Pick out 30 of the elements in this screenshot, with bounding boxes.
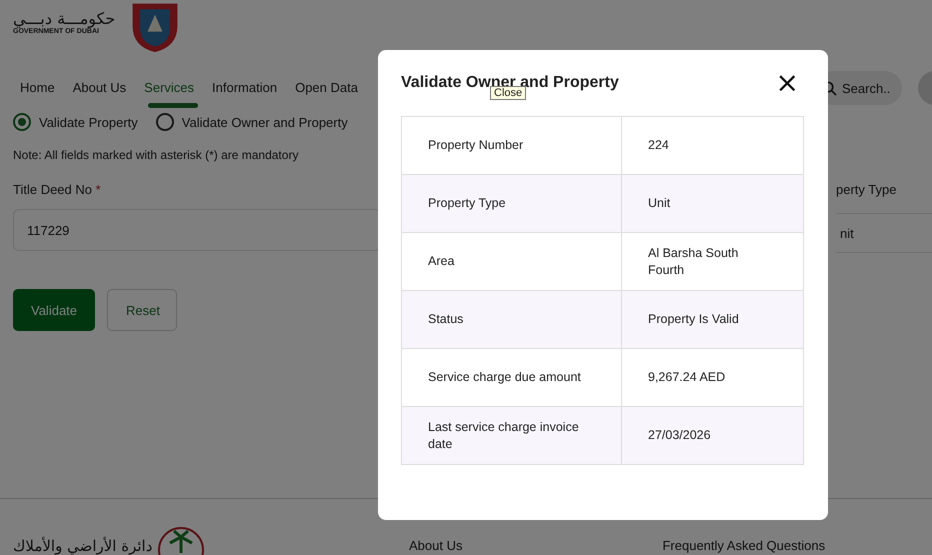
validate-button[interactable]: Validate	[13, 289, 95, 331]
field-label: perty Type	[836, 182, 896, 197]
nav-link[interactable]: Open Data	[295, 80, 358, 95]
radio-button[interactable]	[13, 113, 31, 131]
radio-button[interactable]	[156, 113, 174, 131]
footer-link[interactable]: About Us	[409, 537, 462, 555]
reset-button[interactable]: Reset	[107, 289, 177, 331]
radio-label[interactable]: Validate Owner and Property	[182, 114, 348, 130]
nav-link[interactable]: Information	[212, 80, 278, 95]
table-cell: 27/03/2026	[622, 406, 804, 464]
active-nav-indicator	[148, 103, 198, 108]
nav-link[interactable]: About Us	[72, 80, 126, 95]
footer-arabic-text: دائرة الأراضي والأملاك	[13, 537, 152, 555]
nav-link[interactable]: Services	[144, 80, 194, 95]
table-cell: Property Is Valid	[622, 290, 804, 348]
palm-emblem-icon	[156, 525, 206, 555]
table-cell: Property Number	[402, 116, 622, 174]
title-deed-field[interactable]: 117229	[13, 209, 381, 251]
logo-arabic-text: حكومـــة دبـــي	[13, 10, 116, 28]
footer-link[interactable]: Frequently Asked Questions	[662, 537, 826, 555]
property-type-field[interactable]: nit	[836, 213, 932, 253]
table-cell: Last service charge invoice date	[402, 406, 622, 464]
table-cell: Unit	[622, 174, 804, 232]
radio-label[interactable]: Validate Property	[39, 114, 138, 130]
field-label: Title Deed No *	[13, 182, 102, 197]
mandatory-note: Note: All fields marked with asterisk (*) are mandatory	[12, 148, 300, 162]
table-cell: Status	[402, 290, 622, 348]
close-button[interactable]: ×	[770, 69, 805, 97]
table-cell: Property Type	[402, 174, 622, 232]
nav-link[interactable]: Home	[20, 80, 55, 95]
